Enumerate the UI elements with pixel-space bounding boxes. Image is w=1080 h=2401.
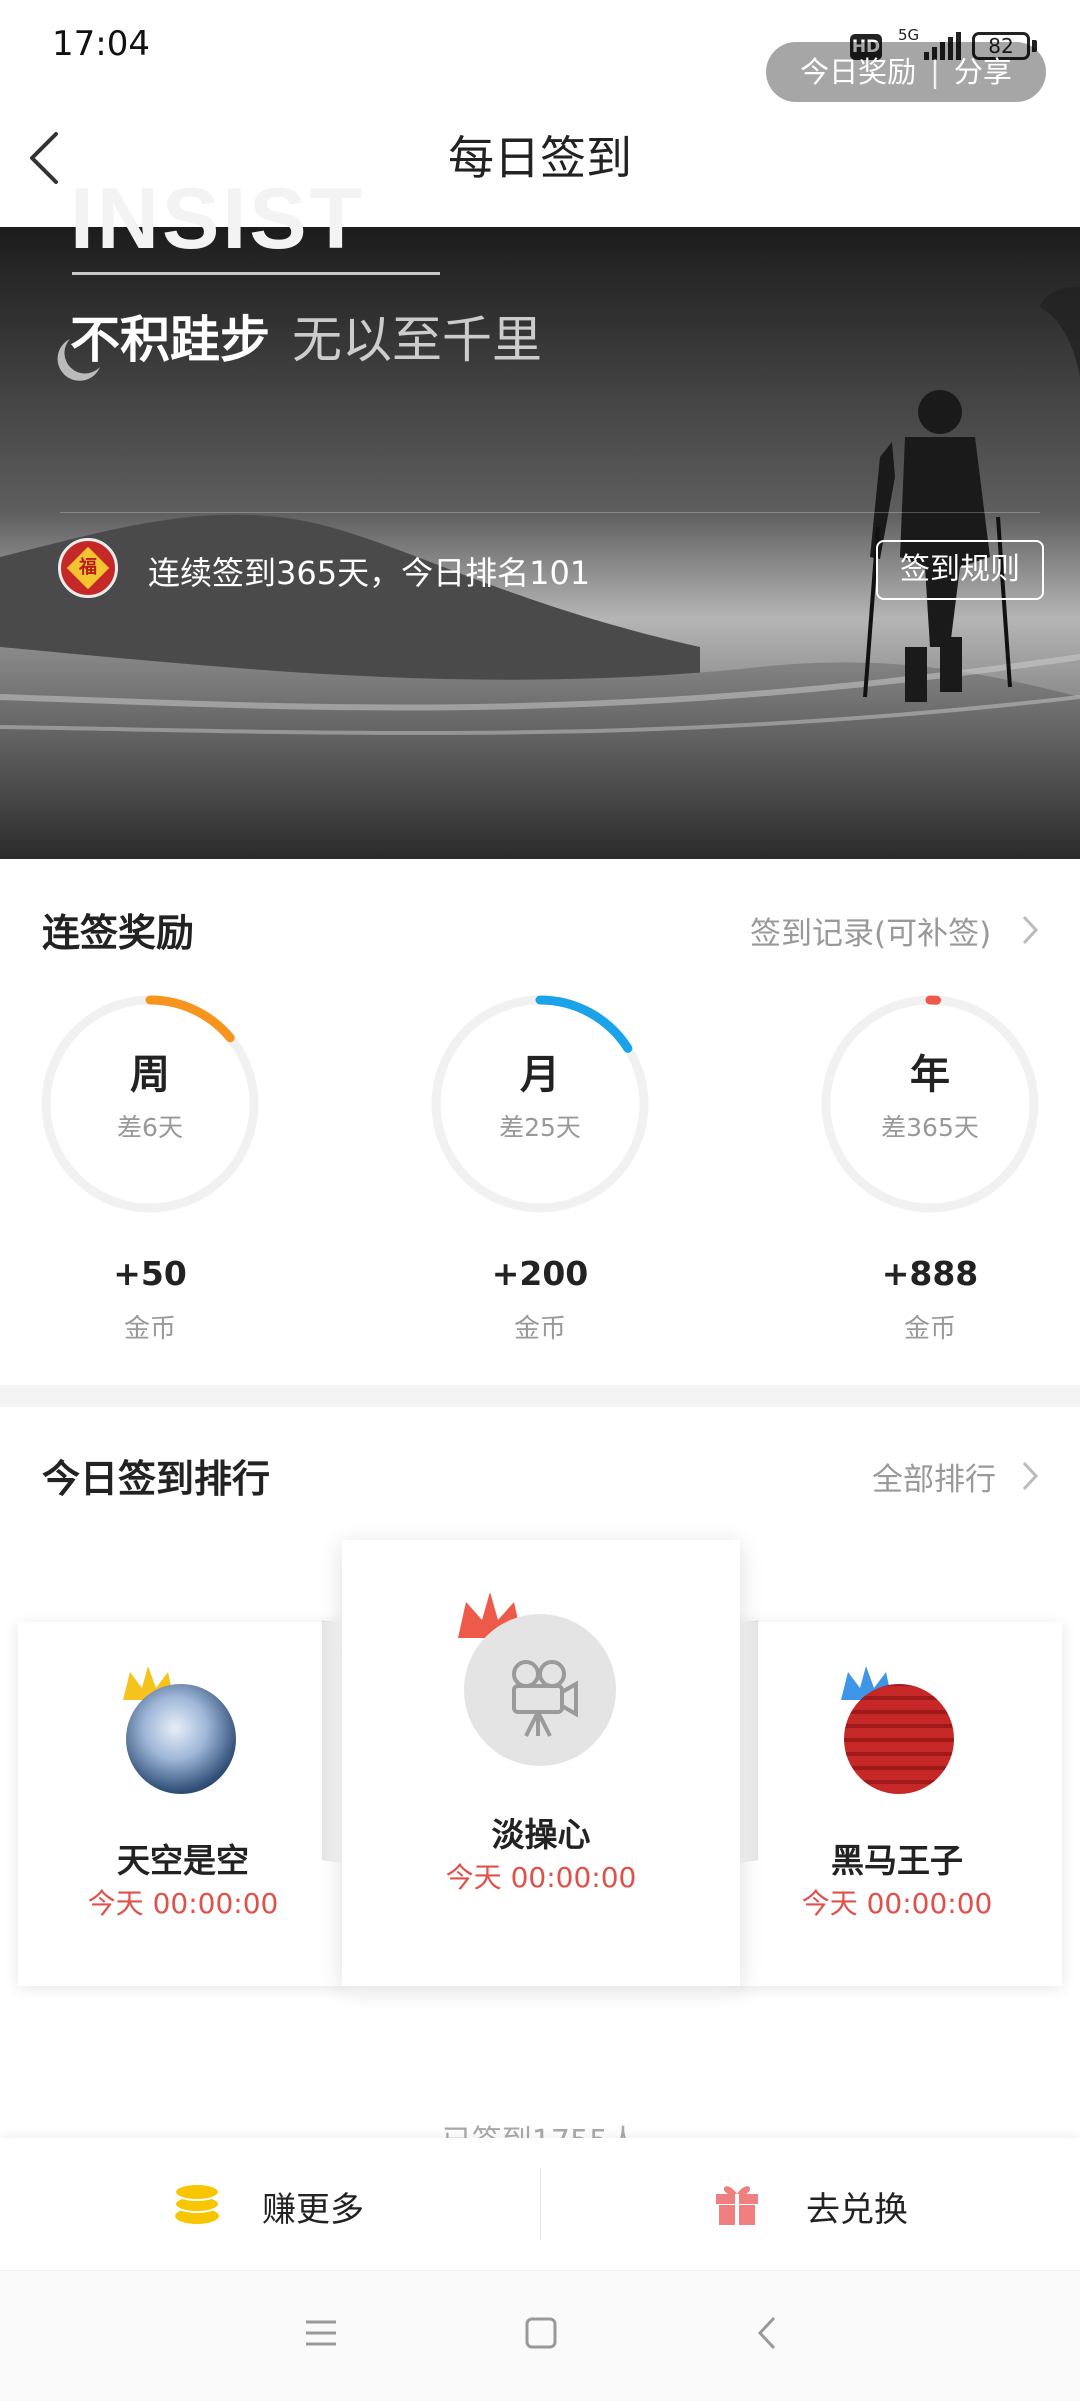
avatar[interactable] (126, 1684, 236, 1794)
ranking-title: 今日签到排行 (42, 1457, 271, 1501)
reward-ring-week (41, 995, 259, 1213)
chevron-right-icon[interactable] (1020, 1459, 1040, 1493)
banner-headline: INSIST (70, 171, 366, 267)
pill-separator: | (930, 55, 940, 89)
slogan-bold: 不积跬步 (70, 311, 270, 369)
avatar[interactable] (464, 1614, 616, 1766)
reward-unit: 金币 (513, 1314, 566, 1344)
earn-more-button[interactable]: 赚更多 (150, 2168, 450, 2240)
headline-underline (72, 272, 440, 275)
chevron-right-icon[interactable] (1020, 913, 1040, 947)
reward-remaining: 差25天 (499, 1113, 581, 1142)
reward-remaining: 差365天 (881, 1113, 979, 1142)
rewards-title: 连签奖励 (42, 911, 195, 955)
share-link[interactable]: 分享 (954, 55, 1012, 89)
sign-record-link[interactable]: 签到记录(可补签) (750, 908, 991, 953)
coins-icon (174, 2183, 220, 2224)
slogan-light: 无以至千里 (292, 311, 542, 369)
reward-amount: +50 (113, 1254, 187, 1293)
back-icon[interactable] (754, 2314, 780, 2352)
reward-period-label: 月 (520, 1052, 560, 1098)
today-reward-link[interactable]: 今日奖励 (800, 55, 916, 89)
banner-slogan: 不积跬步 无以至千里 (70, 300, 542, 372)
rank-card-2[interactable] (18, 1622, 348, 1986)
reward-period-label: 年 (910, 1052, 950, 1098)
reward-amount: +888 (881, 1254, 979, 1293)
rank-card-3[interactable] (732, 1622, 1062, 1986)
sign-rules-button[interactable]: 签到规则 (876, 540, 1044, 600)
fortune-badge-icon: 福 (58, 538, 118, 598)
action-divider (540, 2168, 541, 2240)
reward-remaining: 差6天 (117, 1113, 183, 1142)
earn-more-label: 赚更多 (262, 2190, 364, 2230)
reward-ring-year (821, 995, 1039, 1213)
avatar[interactable] (844, 1684, 954, 1794)
home-icon[interactable] (524, 2316, 558, 2350)
rank-time: 今天 00:00:00 (87, 1887, 279, 1920)
streak-text: 连续签到365天，今日排名101 (148, 554, 591, 592)
reward-unit: 金币 (123, 1314, 176, 1344)
camera-placeholder-icon (512, 1660, 578, 1737)
reward-period-label: 周 (130, 1052, 170, 1098)
rank-name: 淡操心 (491, 1815, 591, 1854)
redeem-button[interactable]: 去兑换 (690, 2168, 990, 2240)
gift-icon (716, 2186, 758, 2225)
reward-unit: 金币 (903, 1314, 956, 1344)
badge-char: 福 (79, 557, 97, 578)
all-ranking-link[interactable]: 全部排行 (872, 1454, 996, 1499)
rank-time: 今天 00:00:00 (801, 1887, 993, 1920)
redeem-label: 去兑换 (806, 2190, 908, 2230)
reward-amount: +200 (491, 1254, 589, 1293)
rank-time: 今天 00:00:00 (445, 1861, 637, 1894)
menu-icon[interactable] (304, 2318, 338, 2348)
banner-divider (60, 512, 1040, 513)
rank-name: 天空是空 (117, 1841, 249, 1880)
rank-name: 黑马王子 (831, 1841, 963, 1880)
section-gap (0, 1385, 1080, 1407)
reward-ring-month (431, 995, 649, 1213)
status-time: 17:04 (52, 24, 150, 64)
reward-share-pill[interactable]: 今日奖励 | 分享 (766, 42, 1046, 102)
